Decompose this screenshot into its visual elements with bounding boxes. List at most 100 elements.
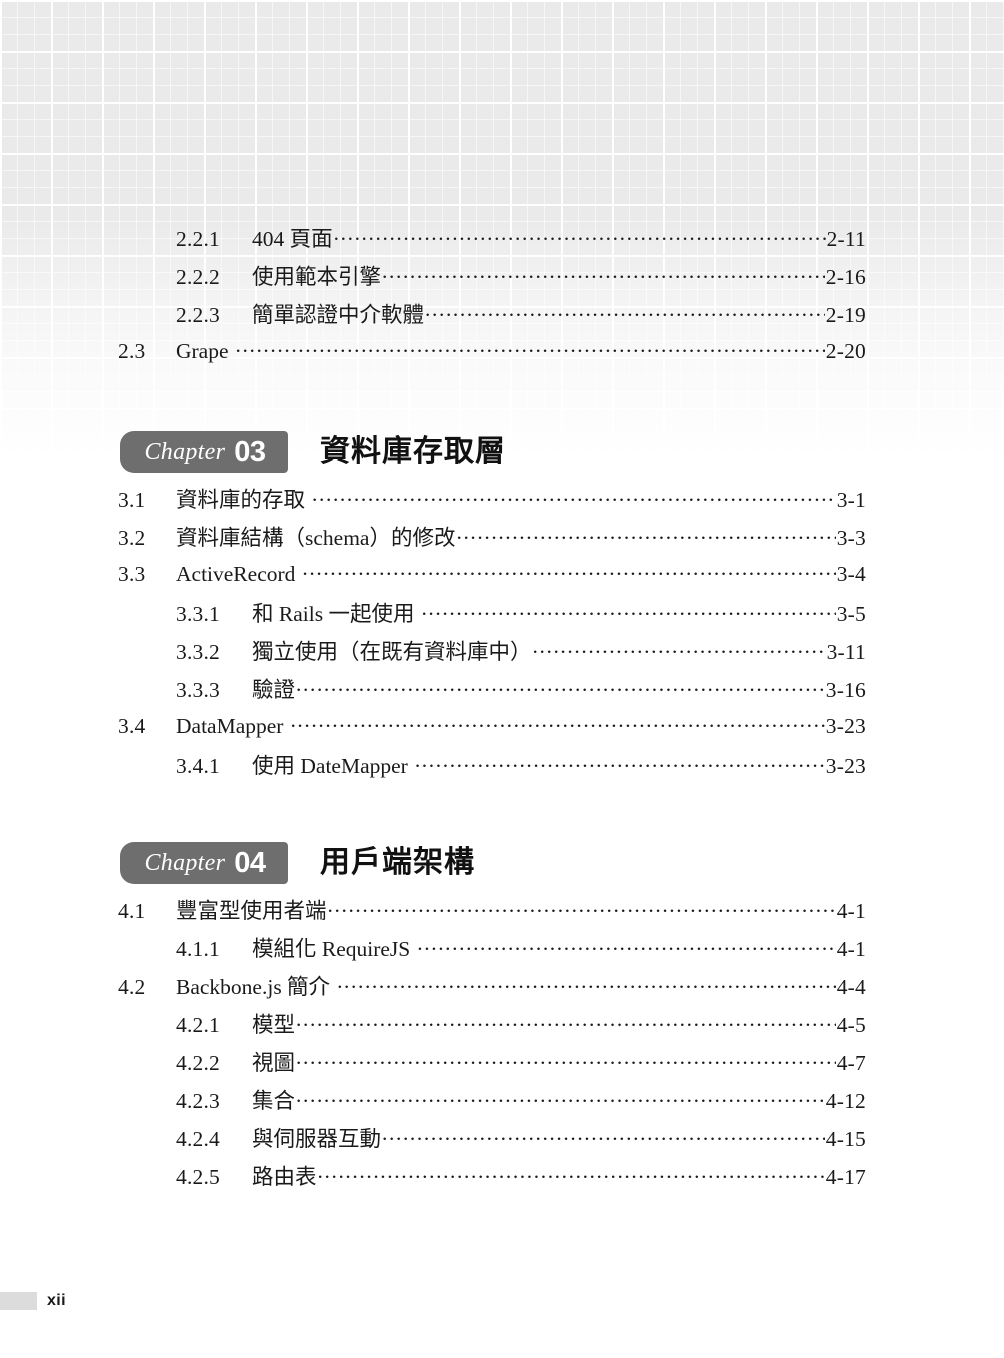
- chapter-label: Chapter: [144, 850, 226, 876]
- toc-leader-dots: [296, 676, 825, 698]
- toc-entry-title: ActiveRecord: [176, 561, 296, 586]
- toc-entry-page: 3-5: [836, 602, 866, 626]
- toc-entry-page: 2-19: [825, 303, 866, 327]
- toc-entry-page: 4-7: [836, 1051, 866, 1075]
- chapter-number: 03: [234, 435, 266, 468]
- toc-entry-page: 4-1: [836, 937, 866, 961]
- toc-leader-dots: [312, 486, 836, 508]
- toc-entry-title: 和 Rails 一起使用: [252, 602, 415, 626]
- toc-entry-page: 2-16: [825, 265, 866, 289]
- toc-entry-title: DataMapper: [176, 713, 284, 738]
- toc-section-chapter-04: 4.1 豐富型使用者端 4-1 4.1.1 模組化 RequireJS 4-1 4.2 Bac…: [118, 894, 866, 1198]
- toc-leader-dots: [382, 263, 825, 285]
- toc-section-chapter-03: 3.1 資料庫的存取 3-1 3.2 資料庫結構（schema）的修改 3-3 3.3 Act…: [118, 483, 866, 787]
- toc-entry-page: 2-11: [826, 227, 866, 251]
- toc-entry-page: 3-23: [825, 713, 866, 738]
- page-number: xii: [47, 1292, 66, 1309]
- toc-leader-dots: [533, 638, 826, 660]
- toc-entry-title: 使用範本引擎: [252, 265, 382, 289]
- toc-leader-dots: [425, 301, 825, 323]
- footer-rule: [0, 1292, 37, 1310]
- toc-entry-page: 4-1: [836, 899, 866, 923]
- toc-entry[interactable]: 3.2 資料庫結構（schema）的修改 3-3: [118, 521, 866, 559]
- toc-entry-number: 3.3.2: [176, 640, 220, 664]
- toc-entry-number: 4.2.5: [176, 1165, 220, 1189]
- toc-entry-page: 3-3: [836, 526, 866, 550]
- toc-entry-title: 404 頁面: [252, 227, 333, 251]
- toc-leader-dots: [328, 897, 836, 919]
- toc-leader-dots: [290, 711, 824, 733]
- toc-entry[interactable]: 3.3 ActiveRecord 3-4: [118, 559, 866, 597]
- chapter-heading-04: Chapter 04 用戶端架構: [120, 841, 475, 885]
- toc-entry[interactable]: 3.4.1 使用 DateMapper 3-23: [118, 749, 866, 787]
- chapter-badge-04: Chapter 04: [120, 842, 288, 884]
- toc-leader-dots: [334, 225, 826, 247]
- toc-leader-dots: [456, 524, 835, 546]
- toc-entry-number: 4.2.4: [176, 1127, 220, 1151]
- toc-leader-dots: [318, 1163, 825, 1185]
- toc-leader-dots: [337, 973, 836, 995]
- toc-leader-dots: [296, 1011, 836, 1033]
- toc-entry-number: 4.2.2: [176, 1051, 220, 1075]
- toc-entry[interactable]: 4.2.3 集合 4-12: [118, 1084, 866, 1122]
- toc-entry-number: 4.2.1: [176, 1013, 220, 1037]
- toc-entry-page: 3-1: [836, 488, 866, 512]
- toc-entry-page: 4-5: [836, 1013, 866, 1037]
- toc-entry[interactable]: 4.2 Backbone.js 簡介 4-4: [118, 970, 866, 1008]
- toc-entry-number: 3.3: [118, 561, 146, 586]
- toc-entry-number: 3.2: [118, 526, 146, 550]
- chapter-title: 資料庫存取層: [320, 435, 506, 468]
- toc-entry-title: 集合: [252, 1089, 296, 1113]
- chapter-label: Chapter: [144, 439, 226, 465]
- toc-entry[interactable]: 4.1 豐富型使用者端 4-1: [118, 894, 866, 932]
- toc-entry-number: 4.2: [118, 975, 146, 999]
- toc-entry[interactable]: 2.2.1 404 頁面 2-11: [118, 222, 866, 260]
- toc-entry-title: Backbone.js 簡介: [176, 975, 331, 999]
- toc-entry-title: 與伺服器互動: [252, 1127, 382, 1151]
- toc-page-content: 2.2.1 404 頁面 2-11 2.2.2 使用範本引擎 2-16 2.2.3 簡單認證中…: [0, 0, 1004, 1358]
- toc-entry[interactable]: 4.1.1 模組化 RequireJS 4-1: [118, 932, 866, 970]
- toc-entry[interactable]: 2.2.2 使用範本引擎 2-16: [118, 260, 866, 298]
- toc-entry-number: 2.3: [118, 338, 146, 363]
- chapter-title: 用戶端架構: [320, 846, 475, 879]
- toc-section-chapter-02-continued: 2.2.1 404 頁面 2-11 2.2.2 使用範本引擎 2-16 2.2.3 簡單認證中…: [118, 222, 866, 374]
- toc-entry[interactable]: 4.2.4 與伺服器互動 4-15: [118, 1122, 866, 1160]
- toc-entry-number: 3.3.1: [176, 602, 220, 626]
- toc-entry-title: 模型: [252, 1013, 296, 1037]
- toc-entry-page: 4-15: [825, 1127, 866, 1151]
- toc-entry[interactable]: 4.2.5 路由表 4-17: [118, 1160, 866, 1198]
- toc-entry[interactable]: 3.3.3 驗證 3-16: [118, 673, 866, 711]
- toc-entry[interactable]: 3.3.1 和 Rails 一起使用 3-5: [118, 597, 866, 635]
- chapter-number: 04: [234, 846, 266, 879]
- toc-entry-title: 獨立使用（在既有資料庫中）: [252, 640, 532, 664]
- toc-entry-title: 使用 DateMapper: [252, 754, 408, 778]
- toc-entry-title: 視圖: [252, 1051, 296, 1075]
- toc-entry[interactable]: 3.4 DataMapper 3-23: [118, 711, 866, 749]
- toc-entry-title: 簡單認證中介軟體: [252, 303, 425, 327]
- toc-entry[interactable]: 4.2.2 視圖 4-7: [118, 1046, 866, 1084]
- toc-entry-title: 路由表: [252, 1165, 317, 1189]
- toc-entry-page: 3-16: [825, 678, 866, 702]
- chapter-badge-03: Chapter 03: [120, 431, 288, 473]
- toc-entry-page: 3-23: [825, 754, 866, 778]
- chapter-heading-03: Chapter 03 資料庫存取層: [120, 430, 506, 474]
- toc-entry[interactable]: 3.3.2 獨立使用（在既有資料庫中） 3-11: [118, 635, 866, 673]
- toc-entry[interactable]: 4.2.1 模型 4-5: [118, 1008, 866, 1046]
- toc-entry[interactable]: 3.1 資料庫的存取 3-1: [118, 483, 866, 521]
- toc-leader-dots: [382, 1125, 825, 1147]
- toc-entry-page: 3-11: [826, 640, 866, 664]
- toc-entry-page: 3-4: [836, 561, 866, 586]
- toc-entry-number: 3.4: [118, 713, 146, 738]
- toc-entry[interactable]: 2.3 Grape 2-20: [118, 336, 866, 374]
- toc-entry[interactable]: 2.2.3 簡單認證中介軟體 2-19: [118, 298, 866, 336]
- page-footer: xii: [0, 1286, 200, 1316]
- toc-leader-dots: [417, 935, 835, 957]
- toc-entry-title: Grape: [176, 338, 229, 363]
- toc-entry-number: 3.3.3: [176, 678, 220, 702]
- toc-leader-dots: [296, 1087, 825, 1109]
- toc-entry-page: 2-20: [825, 338, 866, 363]
- toc-leader-dots: [415, 752, 825, 774]
- toc-entry-title: 模組化 RequireJS: [252, 937, 411, 961]
- toc-leader-dots: [236, 336, 825, 358]
- toc-entry-title: 資料庫的存取: [176, 488, 306, 512]
